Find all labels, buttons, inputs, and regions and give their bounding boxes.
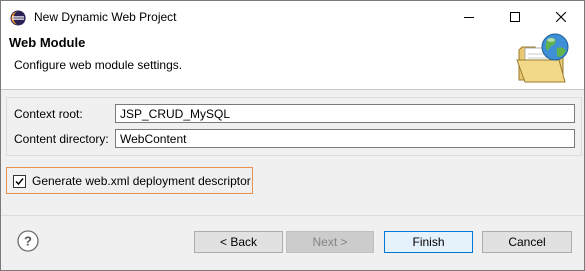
eclipse-icon <box>10 10 26 26</box>
help-icon[interactable]: ? <box>17 230 39 252</box>
checkmark-icon <box>15 178 24 186</box>
context-root-label: Context root: <box>14 107 83 121</box>
wizard-header: Web Module Configure web module settings… <box>1 33 584 90</box>
content-directory-input[interactable] <box>115 129 575 148</box>
maximize-icon <box>510 12 520 22</box>
dialog-window: New Dynamic Web Project Web Module Confi… <box>0 0 585 271</box>
page-title: Web Module <box>9 35 86 50</box>
minimize-button[interactable] <box>446 1 492 33</box>
generate-descriptor-checkbox[interactable] <box>13 175 26 188</box>
context-root-input[interactable] <box>115 104 575 123</box>
close-icon <box>556 12 566 22</box>
maximize-button[interactable] <box>492 1 538 33</box>
web-folder-globe-icon <box>516 33 569 83</box>
page-description: Configure web module settings. <box>14 58 183 72</box>
window-title: New Dynamic Web Project <box>34 10 177 24</box>
module-settings-group: Context root: Content directory: <box>6 97 582 156</box>
cancel-button[interactable]: Cancel <box>482 231 572 253</box>
title-bar[interactable]: New Dynamic Web Project <box>1 1 584 33</box>
generate-descriptor-option[interactable]: Generate web.xml deployment descriptor <box>6 167 253 194</box>
back-button[interactable]: < Back <box>194 231 283 253</box>
close-button[interactable] <box>538 1 584 33</box>
generate-descriptor-label: Generate web.xml deployment descriptor <box>32 174 251 188</box>
next-button[interactable]: Next > <box>286 231 374 253</box>
svg-text:?: ? <box>24 234 32 249</box>
divider <box>1 215 584 216</box>
finish-button[interactable]: Finish <box>384 231 473 253</box>
minimize-icon <box>464 17 474 18</box>
content-directory-label: Content directory: <box>14 132 109 146</box>
